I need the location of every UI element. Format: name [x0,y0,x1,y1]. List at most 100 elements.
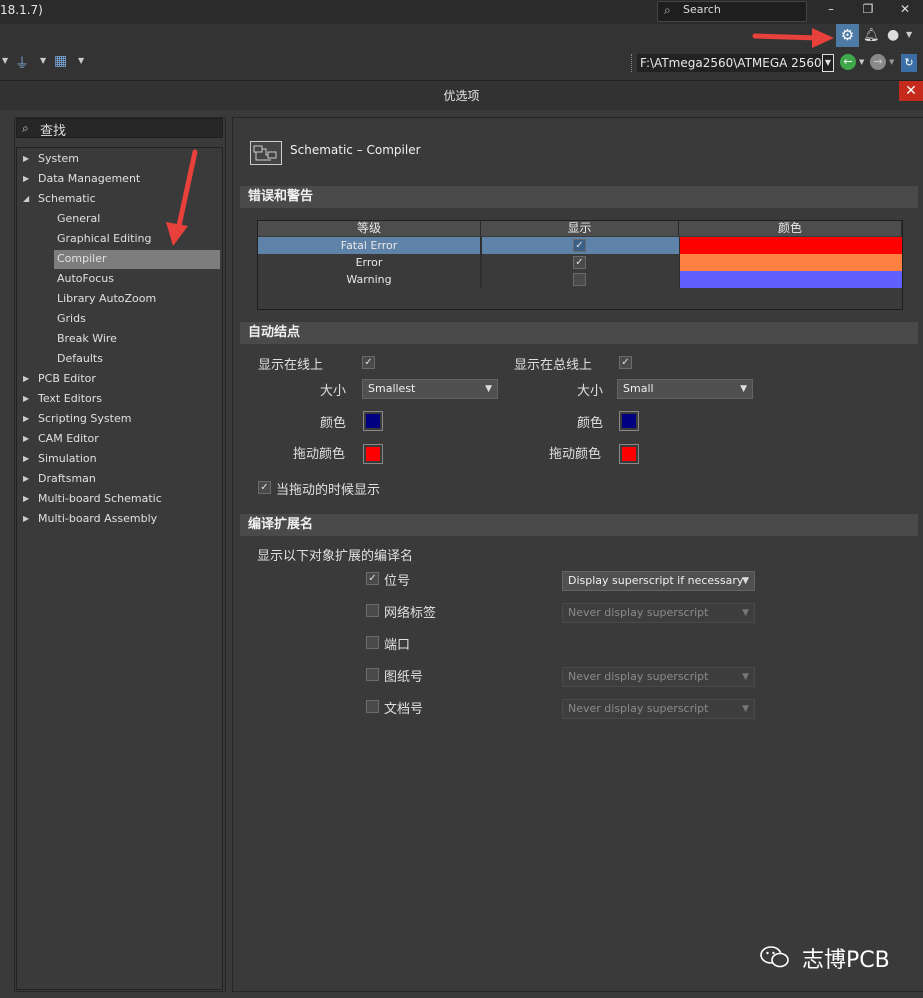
tree-item-multi-board-assembly[interactable]: ▶ Multi-board Assembly [16,509,223,529]
net-label-checkbox[interactable] [366,604,379,617]
chevron-down-icon[interactable]: ▼ [889,58,894,66]
tree-item-general[interactable]: General [16,209,223,229]
grid-header-color: 颜色 [679,221,902,236]
tree-item-pcb-editor[interactable]: ▶ PCB Editor [16,369,223,389]
expand-arrow-icon[interactable]: ▶ [23,149,29,169]
grid-row-fatal-error[interactable]: Fatal Error ✓ [258,237,902,254]
tree-item-multi-board-schematic[interactable]: ▶ Multi-board Schematic [16,489,223,509]
document-path-field[interactable]: F:\ATmega2560\ATMEGA 2560. [637,54,824,72]
chevron-down-icon[interactable]: ▼ [40,56,46,65]
bus-size-select[interactable]: Small ▼ [617,379,753,399]
color-cell[interactable] [679,237,902,254]
show-checkbox[interactable]: ✓ [573,239,586,252]
chevron-down-icon[interactable]: ▼ [906,30,912,39]
grid-header-level: 等级 [258,221,481,236]
tree-item-data-management[interactable]: ▶ Data Management [16,169,223,189]
show-checkbox[interactable] [573,273,586,286]
color-cell[interactable] [679,271,902,288]
tree-item-simulation[interactable]: ▶ Simulation [16,449,223,469]
bus-color-label: 颜色 [577,416,604,431]
expand-arrow-icon[interactable]: ▶ [23,169,29,189]
chevron-down-icon[interactable]: ▼ [822,54,834,72]
close-window-button[interactable]: ✕ [895,2,915,16]
expand-arrow-icon[interactable]: ▶ [23,469,29,489]
show-on-wire-label: 显示在线上 [258,358,324,373]
restore-button[interactable]: ❐ [858,2,878,16]
designator-superscript-select[interactable]: Display superscript if necessary ▼ [562,571,755,591]
app-version: 18.1.7) [0,3,43,17]
tree-item-graphical-editing[interactable]: Graphical Editing [16,229,223,249]
sheet-number-checkbox[interactable] [366,668,379,681]
expand-arrow-icon[interactable]: ▶ [23,409,29,429]
expand-arrow-icon[interactable]: ▶ [23,449,29,469]
show-on-bus-checkbox[interactable]: ✓ [619,356,632,369]
gear-icon[interactable]: ⚙ [836,24,859,47]
show-on-wire-checkbox[interactable]: ✓ [362,356,375,369]
grid-cell-level: Warning [258,271,481,288]
expand-arrow-icon[interactable]: ▶ [23,509,29,529]
wire-size-select[interactable]: Smallest ▼ [362,379,498,399]
tree-item-text-editors[interactable]: ▶ Text Editors [16,389,223,409]
grid-icon[interactable]: ▦ [54,53,67,69]
back-arrow-icon[interactable]: ← [840,54,856,70]
tree-item-system[interactable]: ▶ System [16,149,223,169]
tree-item-draftsman[interactable]: ▶ Draftsman [16,469,223,489]
tree-item-cam-editor[interactable]: ▶ CAM Editor [16,429,223,449]
tree-item-autofocus[interactable]: AutoFocus [16,269,223,289]
port-checkbox[interactable] [366,636,379,649]
tree-item-defaults[interactable]: Defaults [16,349,223,369]
user-icon[interactable]: ● [887,27,899,43]
net-label-superscript-select: Never display superscript ▼ [562,603,755,623]
show-on-bus-label: 显示在总线上 [514,358,593,373]
show-when-dragging-checkbox[interactable]: ✓ [258,481,271,494]
close-icon[interactable]: ✕ [899,81,923,101]
search-input[interactable] [657,1,807,22]
tree-item-scripting-system[interactable]: ▶ Scripting System [16,409,223,429]
tree-item-library-autozoom[interactable]: Library AutoZoom [16,289,223,309]
grid-divider [481,237,482,288]
show-checkbox[interactable]: ✓ [573,256,586,269]
grid-row-warning[interactable]: Warning [258,271,902,288]
search-placeholder: Search [683,3,721,16]
bell-icon[interactable]: 🔔︎ [863,28,880,43]
sheet-number-superscript-select: Never display superscript ▼ [562,667,755,687]
section-compiled-names: 编译扩展名 [240,514,918,536]
expand-arrow-icon[interactable]: ▶ [23,429,29,449]
search-icon: ⌕ [664,3,671,17]
tree-item-break-wire[interactable]: Break Wire [16,329,223,349]
bus-drag-color-swatch[interactable] [619,444,639,464]
grid-row-error[interactable]: Error ✓ [258,254,902,271]
designator-checkbox[interactable]: ✓ [366,572,379,585]
chevron-down-icon[interactable]: ▼ [2,56,8,65]
net-label-label: 网络标签 [384,606,437,621]
chevron-down-icon: ▼ [742,608,749,618]
document-number-label: 文档号 [384,702,424,717]
tree-item-schematic[interactable]: ◢ Schematic [16,189,223,209]
color-cell[interactable] [679,254,902,271]
collapse-arrow-icon[interactable]: ◢ [23,189,29,209]
section-auto-junction: 自动结点 [240,322,918,344]
secondary-bar [0,24,923,50]
refresh-icon[interactable]: ↻ [901,54,917,72]
page-title: Schematic – Compiler [290,143,421,157]
grid-cell-level: Fatal Error [258,237,481,254]
tree-search-placeholder: 查找 [40,124,67,139]
tree-item-compiler[interactable]: Compiler [16,249,223,269]
expand-arrow-icon[interactable]: ▶ [23,389,29,409]
document-number-checkbox[interactable] [366,700,379,713]
schematic-page-icon [250,141,282,165]
expand-arrow-icon[interactable]: ▶ [23,369,29,389]
bus-drag-color-label: 拖动颜色 [549,447,602,462]
dialog-title: 优选项 [443,89,480,103]
forward-arrow-icon[interactable]: → [870,54,886,70]
ground-icon[interactable]: ⏚ [15,53,29,73]
chevron-down-icon[interactable]: ▼ [859,58,864,66]
bus-color-swatch[interactable] [619,411,639,431]
expand-arrow-icon[interactable]: ▶ [23,489,29,509]
chevron-down-icon[interactable]: ▼ [78,56,84,65]
wire-color-swatch[interactable] [363,411,383,431]
minimize-button[interactable]: – [821,2,841,16]
tree-item-grids[interactable]: Grids [16,309,223,329]
wire-drag-color-swatch[interactable] [363,444,383,464]
grid-header-show: 显示 [481,221,679,236]
